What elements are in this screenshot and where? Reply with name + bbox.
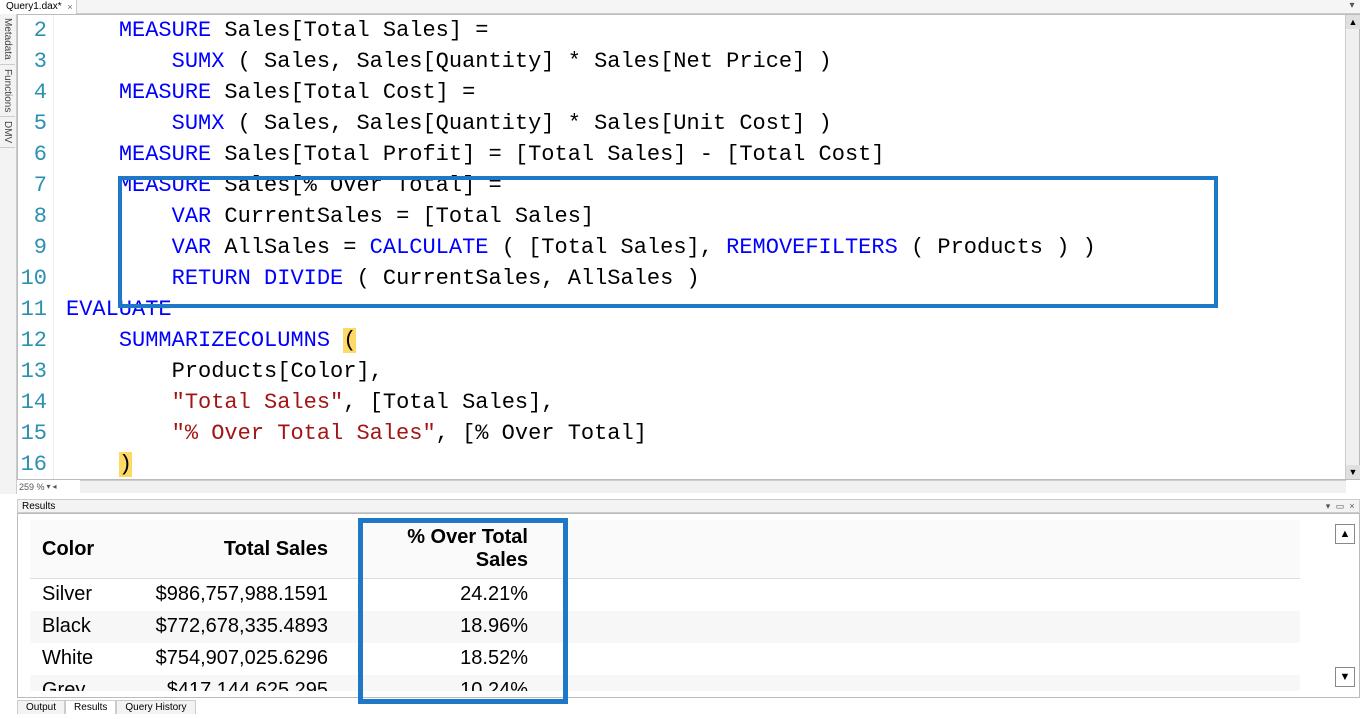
line-number-gutter: 2345678910111213141516 xyxy=(18,15,54,479)
code-line[interactable]: "Total Sales", [Total Sales], xyxy=(54,387,1345,418)
cell-pct: 10.24% xyxy=(340,675,540,692)
code-line[interactable]: Products[Color], xyxy=(54,356,1345,387)
sidetab-functions[interactable]: Functions xyxy=(0,65,15,117)
code-area[interactable]: MEASURE Sales[Total Sales] = SUMX ( Sale… xyxy=(54,15,1345,479)
code-line[interactable]: "% Over Total Sales", [% Over Total] xyxy=(54,418,1345,449)
line-number: 7 xyxy=(18,170,47,201)
line-number: 3 xyxy=(18,46,47,77)
close-tab-icon[interactable]: × xyxy=(67,0,72,14)
code-line[interactable]: ) xyxy=(54,449,1345,479)
line-number: 10 xyxy=(18,263,47,294)
bottom-tab-bar: Output Results Query History xyxy=(17,700,196,714)
results-panel: Color Total Sales % Over Total Sales Sil… xyxy=(17,513,1360,698)
editor-tab-bar: Query1.dax* × ▾ xyxy=(0,0,1360,14)
cell-total-sales: $772,678,335.4893 xyxy=(140,611,340,643)
cell-pct: 18.96% xyxy=(340,611,540,643)
table-row[interactable]: Grey$417,144,625.29510.24% xyxy=(30,675,1300,692)
table-row[interactable]: Silver$986,757,988.159124.21% xyxy=(30,579,1300,611)
cell-color: Grey xyxy=(30,675,140,692)
zoom-dropdown-icon[interactable]: ▾ xyxy=(47,482,51,491)
results-dropdown-icon[interactable]: ▾ xyxy=(1323,500,1333,513)
line-number: 16 xyxy=(18,449,47,480)
code-editor[interactable]: 2345678910111213141516 MEASURE Sales[Tot… xyxy=(17,14,1360,480)
scroll-up-button[interactable]: ▲ xyxy=(1346,15,1360,29)
sidetab-dmv[interactable]: DMV xyxy=(0,117,15,148)
col-header-color[interactable]: Color xyxy=(30,520,140,579)
code-line[interactable]: MEASURE Sales[Total Cost] = xyxy=(54,77,1345,108)
col-header-empty xyxy=(540,520,1300,579)
cell-total-sales: $417,144,625.295 xyxy=(140,675,340,692)
table-row[interactable]: Black$772,678,335.489318.96% xyxy=(30,611,1300,643)
code-line[interactable]: EVALUATE xyxy=(54,294,1345,325)
zoom-indicator[interactable]: 259 % ▾ ◂ xyxy=(17,480,57,493)
tab-results[interactable]: Results xyxy=(65,700,116,714)
code-line[interactable]: RETURN DIVIDE ( CurrentSales, AllSales ) xyxy=(54,263,1345,294)
code-line[interactable]: SUMX ( Sales, Sales[Quantity] * Sales[Un… xyxy=(54,108,1345,139)
line-number: 13 xyxy=(18,356,47,387)
scroll-down-button[interactable]: ▼ xyxy=(1346,465,1360,479)
line-number: 6 xyxy=(18,139,47,170)
zoom-scroll-icon[interactable]: ◂ xyxy=(53,482,57,491)
grid-scroll-down-button[interactable]: ▼ xyxy=(1335,667,1355,687)
tab-overflow-button[interactable]: ▾ xyxy=(1346,0,1358,12)
line-number: 2 xyxy=(18,15,47,46)
zoom-value: 259 % xyxy=(19,482,45,492)
line-number: 4 xyxy=(18,77,47,108)
cell-color: White xyxy=(30,643,140,675)
code-line[interactable]: MEASURE Sales[% Over Total] = xyxy=(54,170,1345,201)
cell-total-sales: $986,757,988.1591 xyxy=(140,579,340,611)
editor-horizontal-scrollbar[interactable] xyxy=(80,480,1346,493)
results-grid[interactable]: Color Total Sales % Over Total Sales Sil… xyxy=(30,520,1329,691)
grid-scroll-up-button[interactable]: ▲ xyxy=(1335,524,1355,544)
line-number: 12 xyxy=(18,325,47,356)
code-line[interactable]: VAR CurrentSales = [Total Sales] xyxy=(54,201,1345,232)
code-line[interactable]: MEASURE Sales[Total Sales] = xyxy=(54,15,1345,46)
results-minimize-icon[interactable]: ▭ xyxy=(1335,500,1345,513)
cell-pct: 18.52% xyxy=(340,643,540,675)
editor-vertical-scrollbar[interactable]: ▲ ▼ xyxy=(1345,15,1359,479)
file-tab[interactable]: Query1.dax* × xyxy=(0,0,77,14)
sidetab-metadata[interactable]: Metadata xyxy=(0,14,15,65)
line-number: 15 xyxy=(18,418,47,449)
results-panel-header: Results ▾ ▭ × xyxy=(17,499,1360,513)
cell-pct: 24.21% xyxy=(340,579,540,611)
table-row[interactable]: White$754,907,025.629618.52% xyxy=(30,643,1300,675)
file-tab-label: Query1.dax* xyxy=(6,1,62,12)
code-line[interactable]: MEASURE Sales[Total Profit] = [Total Sal… xyxy=(54,139,1345,170)
line-number: 8 xyxy=(18,201,47,232)
line-number: 5 xyxy=(18,108,47,139)
line-number: 9 xyxy=(18,232,47,263)
code-line[interactable]: SUMMARIZECOLUMNS ( xyxy=(54,325,1345,356)
code-line[interactable]: VAR AllSales = CALCULATE ( [Total Sales]… xyxy=(54,232,1345,263)
col-header-pct[interactable]: % Over Total Sales xyxy=(340,520,540,579)
code-line[interactable]: SUMX ( Sales, Sales[Quantity] * Sales[Ne… xyxy=(54,46,1345,77)
tab-query-history[interactable]: Query History xyxy=(116,700,195,714)
line-number: 11 xyxy=(18,294,47,325)
line-number: 14 xyxy=(18,387,47,418)
side-tool-tabs: Metadata Functions DMV xyxy=(0,14,17,494)
grid-vertical-scrollbar[interactable]: ▲ ▼ xyxy=(1335,524,1355,687)
col-header-total-sales[interactable]: Total Sales xyxy=(140,520,340,579)
cell-color: Silver xyxy=(30,579,140,611)
cell-color: Black xyxy=(30,611,140,643)
cell-total-sales: $754,907,025.6296 xyxy=(140,643,340,675)
results-close-icon[interactable]: × xyxy=(1347,500,1357,513)
results-panel-title: Results xyxy=(22,501,55,512)
tab-output[interactable]: Output xyxy=(17,700,65,714)
